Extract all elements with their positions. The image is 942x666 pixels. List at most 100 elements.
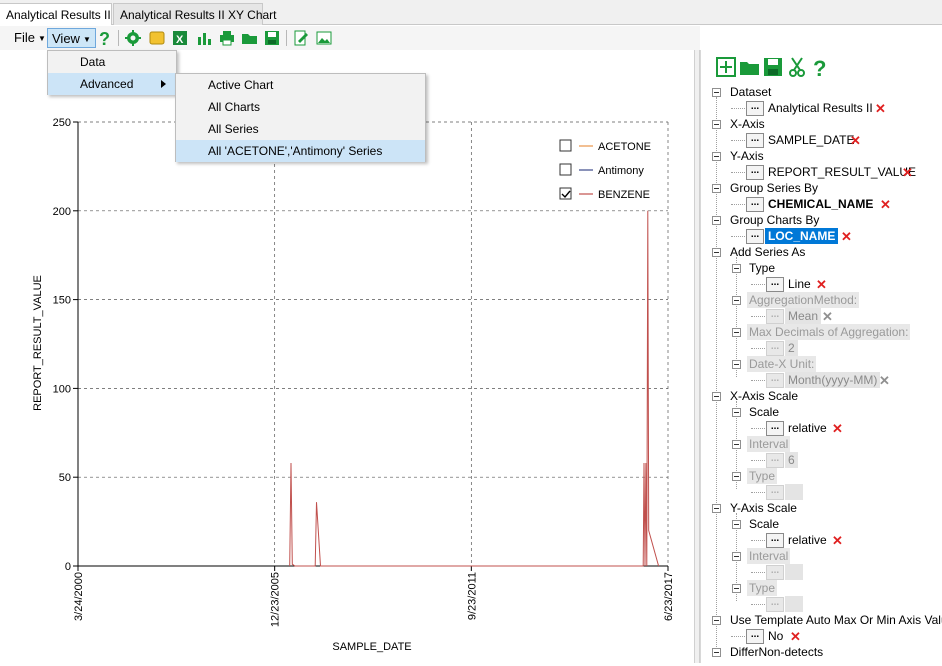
menu-item-all-series[interactable]: All Series xyxy=(176,118,425,140)
main-toolbar: File ▼ View ▼ ? X xyxy=(0,26,700,50)
tree-connector xyxy=(751,316,765,317)
tab-analytical-results[interactable]: Analytical Results II xyxy=(0,3,112,25)
group-charts-value[interactable]: LOC_NAME xyxy=(765,228,839,244)
print-icon[interactable] xyxy=(218,29,236,47)
collapse-toggle-icon[interactable] xyxy=(712,184,721,193)
group-charts-remove-icon[interactable]: ✕ xyxy=(841,230,852,243)
image-icon[interactable] xyxy=(315,29,333,47)
max-decimals-browse-button: ... xyxy=(766,341,784,356)
collapse-toggle-icon[interactable] xyxy=(712,504,721,513)
collapse-toggle-icon[interactable] xyxy=(732,296,741,305)
toolbar-separator xyxy=(286,30,287,46)
add-series-as-label: Add Series As xyxy=(730,245,806,259)
x-scale-browse-button[interactable]: ... xyxy=(766,421,784,436)
note-icon[interactable] xyxy=(148,29,166,47)
collapse-toggle-icon[interactable] xyxy=(732,520,741,529)
collapse-toggle-icon[interactable] xyxy=(732,584,741,593)
help-icon[interactable]: ? xyxy=(96,29,114,47)
y-scale-browse-button[interactable]: ... xyxy=(766,533,784,548)
y-axis-label: Y-Axis xyxy=(730,149,764,163)
series-type-label: Type xyxy=(749,261,776,275)
folder-open-icon[interactable] xyxy=(739,56,761,78)
tree-connector xyxy=(731,140,745,141)
edit-document-icon[interactable] xyxy=(292,29,310,47)
group-charts-by-label: Group Charts By xyxy=(730,213,820,227)
menu-item-active-chart[interactable]: Active Chart xyxy=(176,74,425,96)
save-icon[interactable] xyxy=(263,29,281,47)
x-scale-remove-icon[interactable]: ✕ xyxy=(832,422,843,435)
collapse-toggle-icon[interactable] xyxy=(732,264,741,273)
collapse-toggle-icon[interactable] xyxy=(712,616,721,625)
y-axis-value: REPORT_RESULT_VALUE xyxy=(768,165,917,179)
series-type-browse-button[interactable]: ... xyxy=(766,277,784,292)
collapse-toggle-icon[interactable] xyxy=(712,120,721,129)
x-type-value xyxy=(785,484,803,500)
group-series-browse-button[interactable]: ... xyxy=(746,197,764,212)
tab-xy-chart[interactable]: Analytical Results II XY Chart xyxy=(113,3,277,25)
y-scale-label: Scale xyxy=(749,517,780,531)
series-type-remove-icon[interactable]: ✕ xyxy=(816,278,827,291)
file-menu[interactable]: File ▼ xyxy=(10,28,50,48)
submenu-arrow-icon xyxy=(161,80,166,88)
x-axis-remove-icon[interactable]: ✕ xyxy=(850,134,861,147)
help-icon[interactable]: ? xyxy=(809,56,831,78)
menu-item-all-acetone-antimony-series[interactable]: All 'ACETONE','Antimony' Series xyxy=(176,140,425,162)
group-series-by-label: Group Series By xyxy=(730,181,819,195)
svg-text:?: ? xyxy=(99,29,110,47)
collapse-toggle-icon[interactable] xyxy=(732,360,741,369)
date-x-unit-browse-button: ... xyxy=(766,373,784,388)
view-menu[interactable]: View ▼ xyxy=(47,28,96,48)
add-icon[interactable] xyxy=(715,56,737,78)
y-interval-label: Interval xyxy=(747,548,791,564)
x-axis-browse-button[interactable]: ... xyxy=(746,133,764,148)
y-axis-browse-button[interactable]: ... xyxy=(746,165,764,180)
template-auto-browse-button[interactable]: ... xyxy=(746,629,764,644)
collapse-toggle-icon[interactable] xyxy=(712,648,721,657)
chevron-down-icon: ▼ xyxy=(37,34,46,44)
y-interval-browse-button: ... xyxy=(766,565,784,580)
bar-chart-icon[interactable] xyxy=(195,29,213,47)
gear-icon[interactable] xyxy=(124,29,142,47)
collapse-toggle-icon[interactable] xyxy=(732,408,741,417)
collapse-toggle-icon[interactable] xyxy=(712,392,721,401)
collapse-toggle-icon[interactable] xyxy=(712,88,721,97)
svg-text:X: X xyxy=(176,34,184,46)
x-scale-label: Scale xyxy=(749,405,780,419)
group-series-remove-icon[interactable]: ✕ xyxy=(880,198,891,211)
collapse-toggle-icon[interactable] xyxy=(712,216,721,225)
tree-connector xyxy=(731,236,745,237)
collapse-toggle-icon[interactable] xyxy=(732,328,741,337)
x-axis-label: X-Axis xyxy=(730,117,765,131)
y-tick-label: 0 xyxy=(65,561,71,573)
panel-toolbar: ? xyxy=(701,50,942,84)
excel-icon[interactable]: X xyxy=(171,29,189,47)
save-icon[interactable] xyxy=(762,56,784,78)
y-axis-remove-icon[interactable]: ✕ xyxy=(902,166,913,179)
tree-connector xyxy=(751,460,765,461)
collapse-toggle-icon[interactable] xyxy=(732,440,741,449)
menu-item-advanced-label: Advanced xyxy=(80,77,134,91)
dataset-remove-icon[interactable]: ✕ xyxy=(875,102,886,115)
svg-text:?: ? xyxy=(813,56,826,78)
tree-connector xyxy=(751,492,765,493)
tree-connector xyxy=(736,257,737,377)
cut-icon[interactable] xyxy=(786,56,808,78)
collapse-toggle-icon[interactable] xyxy=(712,152,721,161)
collapse-toggle-icon[interactable] xyxy=(732,472,741,481)
y-axis-scale-label: Y-Axis Scale xyxy=(730,501,797,515)
menu-item-all-charts[interactable]: All Charts xyxy=(176,96,425,118)
date-x-unit-label: Date-X Unit: xyxy=(747,356,817,372)
x-axis-scale-label: X-Axis Scale xyxy=(730,389,799,403)
folder-open-icon[interactable] xyxy=(241,29,259,47)
collapse-toggle-icon[interactable] xyxy=(712,248,721,257)
menu-item-advanced[interactable]: Advanced xyxy=(48,73,176,95)
aggregation-remove-icon: ✕ xyxy=(822,309,833,324)
template-auto-remove-icon[interactable]: ✕ xyxy=(790,630,801,643)
aggregation-method-label: AggregationMethod: xyxy=(747,292,860,308)
group-charts-browse-button[interactable]: ... xyxy=(746,229,764,244)
group-series-value: CHEMICAL_NAME xyxy=(768,197,874,211)
y-scale-remove-icon[interactable]: ✕ xyxy=(832,534,843,547)
menu-item-data[interactable]: Data xyxy=(48,51,176,73)
dataset-browse-button[interactable]: ... xyxy=(746,101,764,116)
collapse-toggle-icon[interactable] xyxy=(732,552,741,561)
